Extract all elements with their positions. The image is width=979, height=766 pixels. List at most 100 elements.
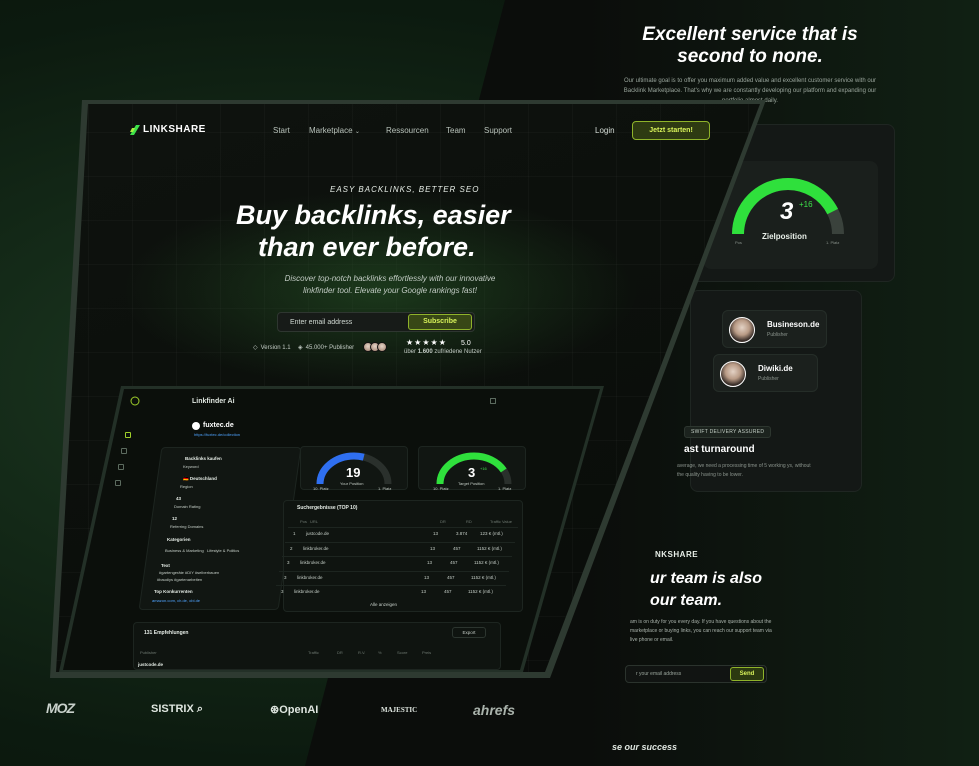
tag-list: #gartengeräte #DIY #selberbauen [159,570,220,575]
site-favicon [192,422,200,430]
sistrix-logo: SISTRIX ⌕ [151,703,204,715]
results-cell-url[interactable]: linkbroker.de [300,560,326,565]
logo-icon [130,124,140,135]
publisher-role: Publisher [758,376,779,382]
nav-ressourcen[interactable]: Ressourcen [386,126,429,135]
target-position-label: Target Position [458,481,485,486]
target-position-value: 3 [468,465,476,480]
filter-heading: Backlinks kaufen [185,456,222,461]
results-cell-dr: 13 [433,531,439,536]
sidebar-ai-icon[interactable] [125,432,131,438]
nav-start[interactable]: Start [273,126,290,135]
results-cell-url[interactable]: linkbroker.de [297,575,323,580]
openai-logo: ⊛OpenAI [270,704,319,716]
tag-icon: ◇ [253,345,258,351]
referring-domains-value: 12 [172,516,178,521]
rating-subtitle: über 1.600 zufriedene Nutzer [404,349,482,355]
your-position-high: 1. Platz [378,486,392,491]
sidebar-link-icon[interactable] [115,480,121,486]
app-title: Linkfinder Ai [192,398,235,405]
results-divider [285,541,515,543]
filter-region: Region [180,484,193,489]
category-chip[interactable]: Lifestyle & Politics [207,548,239,553]
results-cell-rd: 457 [450,560,458,565]
recommendations-header-cell: Preis [422,650,432,655]
nav-team[interactable]: Team [446,126,466,135]
login-link[interactable]: Login [595,126,615,135]
publisher-row[interactable]: Diwiki.de Publisher [713,354,818,392]
hero-title-line-1: Buy backlinks, easier [236,200,511,230]
nav-marketplace[interactable]: Marketplace ⌄ [309,126,360,135]
recommendations-header-cell: DR [337,650,343,655]
category-chip[interactable]: Business & Marketing [165,548,204,553]
results-cell-val: 1152 € (mtl.) [477,545,502,551]
results-header-cell: DR [440,519,446,524]
majestic-logo: MAJESTIC [381,706,418,714]
version-info: ◇ Version 1.1 [253,344,291,352]
site-url[interactable]: https://fuxtec.de/collection [194,432,240,437]
results-cell-url[interactable]: linkbroker.de [303,546,329,551]
hero-title-line-2: than ever before. [258,232,476,262]
toolbar-icon[interactable] [490,398,496,404]
show-all-link[interactable]: Alle anzeigen [370,602,397,607]
logo-text: LINKSHARE [143,124,206,135]
rating-stars: ★★★★★ [406,338,447,347]
recommendations-header-cell: Publisher [140,650,157,655]
target-position-high: 1. Platz [498,486,512,491]
gauge-high-label: 1. Platz [826,240,840,245]
publisher-row[interactable]: Busineson.de Publisher [722,310,827,348]
competitors-list[interactable]: amazon.com, ch.de, obi.de [152,598,200,603]
start-now-button[interactable]: Jetzt starten! [632,121,710,140]
filter-country: 🇩🇪 Deutschland [183,476,217,481]
results-cell-dr: 13 [421,589,427,594]
publisher-count: ◈ 45.000+ Publisher [298,344,355,352]
target-position-delta: +16 [480,466,487,471]
results-header-cell: Pos [300,519,307,524]
your-position-value: 19 [346,465,361,480]
subscribe-button[interactable]: Subscribe [408,314,472,330]
recommendations-title: 131 Empfehlungen [144,630,189,636]
hero-kicker: EASY BACKLINKS, BETTER SEO [330,185,480,194]
service-title: Excellent service that is second to none… [642,24,858,67]
publisher-name: Diwiki.de [758,364,793,373]
results-divider [288,527,518,528]
send-button[interactable]: Send [730,667,764,681]
swift-delivery-badge: SWIFT DELIVERY ASSURED [684,426,772,438]
export-button[interactable]: Export [452,627,486,638]
results-cell-val: 1152 € (mtl.) [471,574,496,580]
results-divider [282,556,512,557]
openai-icon: ⊛ [270,704,280,716]
results-cell-url[interactable]: linkbroker.de [294,589,320,594]
search-icon: ⌕ [196,703,204,715]
logo[interactable]: LINKSHARE [130,124,206,135]
team-email-placeholder: r your email address [636,671,682,677]
gauge-low-label: Pos [735,240,742,245]
your-position-low: 10. Platz [313,486,329,491]
layers-icon: ◈ [298,345,303,351]
team-email-field[interactable]: r your email address Send [625,665,767,683]
gauge-value: 3 [780,198,794,225]
results-header-cell: RD [466,519,472,524]
email-field[interactable]: Enter email address Subscribe [277,312,475,332]
team-text: am is on duty for you every day. If you … [630,619,772,643]
results-cell-rd: 3.874 [456,531,468,536]
nav-support[interactable]: Support [484,126,512,135]
publisher-role: Publisher [767,332,788,338]
results-cell-val: 1152 € (mtl.) [474,560,499,565]
site-name: fuxtec.de [203,422,234,429]
success-heading: se our success [612,742,678,752]
results-title: Suchergebnisse (TOP 10) [297,505,358,511]
competitors-heading: Top Konkurrenten [154,589,193,594]
target-position-low: 10. Platz [433,486,449,491]
sidebar-list-icon[interactable] [121,448,127,454]
rating-value: 5.0 [461,340,471,347]
avatar [720,361,746,387]
text-heading: Text [161,563,170,568]
recommendation-row[interactable]: justcode.de [138,662,163,667]
recommendations-header-cell: R.V. [358,650,366,655]
publisher-name: Busineson.de [767,320,820,329]
user-avatars [363,342,387,352]
results-cell-url[interactable]: justcode.de [306,531,329,536]
results-cell-pos: 2 [290,545,293,551]
sidebar-chart-icon[interactable] [118,464,124,470]
